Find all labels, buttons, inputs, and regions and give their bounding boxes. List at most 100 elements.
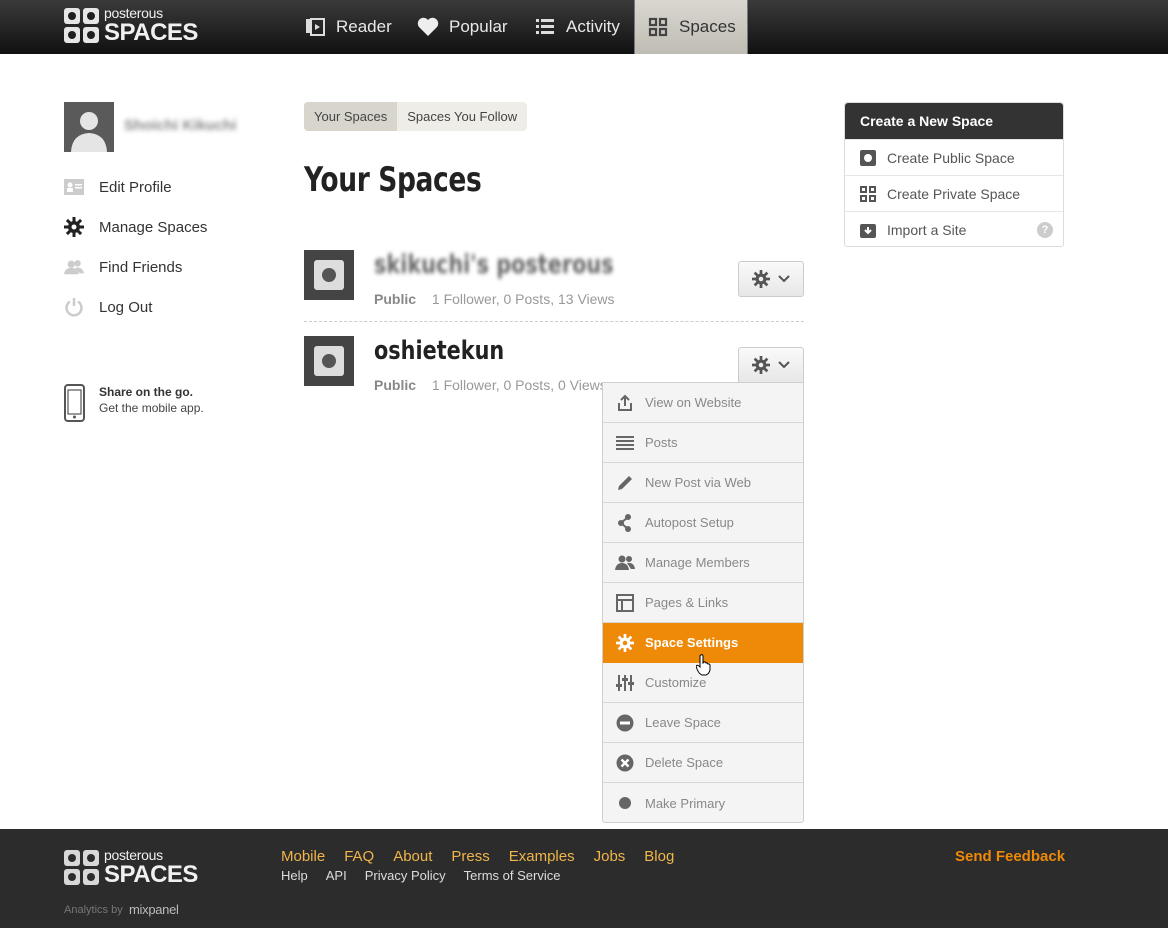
- footer-links-secondary: Help API Privacy Policy Terms of Service: [281, 868, 560, 883]
- reader-icon: [304, 16, 326, 38]
- menu-item-pages-and-links[interactable]: Pages & Links: [603, 583, 803, 623]
- space-divider: [304, 321, 804, 322]
- menu-item-label: Make Primary: [645, 795, 726, 811]
- lines-icon: [615, 433, 635, 453]
- space-visibility: Public: [374, 291, 417, 307]
- footer-logo[interactable]: posterous SPACES: [64, 848, 198, 887]
- footer-link-help[interactable]: Help: [281, 868, 308, 883]
- logo-mark-icon: [64, 8, 99, 43]
- space-views: 13 Views: [557, 291, 615, 307]
- space-followers: 1 Follower,: [431, 377, 500, 393]
- analytics-by-label: Analytics by: [64, 904, 123, 916]
- page-title: Your Spaces: [304, 160, 482, 200]
- friends-icon: [64, 257, 84, 277]
- menu-item-leave-space[interactable]: Leave Space: [603, 703, 803, 743]
- top-bar: posterous SPACES Reader Popular Activity…: [0, 0, 1168, 54]
- gear-icon: [64, 217, 84, 237]
- footer-link-blog[interactable]: Blog: [644, 848, 674, 865]
- footer-link-faq[interactable]: FAQ: [344, 848, 374, 865]
- sidebar-item-find-friends[interactable]: Find Friends: [64, 257, 182, 277]
- menu-item-make-primary[interactable]: Make Primary: [603, 783, 803, 823]
- sidebar-item-label: Find Friends: [99, 258, 183, 276]
- space-posts: 0 Posts,: [503, 291, 555, 307]
- space-options-button[interactable]: [738, 261, 804, 297]
- minus-circle-icon: [615, 713, 635, 733]
- posterous-spaces-logo[interactable]: posterous SPACES: [64, 6, 198, 45]
- import-icon: [859, 221, 877, 239]
- x-circle-icon: [615, 753, 635, 773]
- power-icon: [64, 297, 84, 317]
- create-private-space-link[interactable]: Create Private Space: [845, 175, 1063, 211]
- sidebar-item-edit-profile[interactable]: Edit Profile: [64, 177, 172, 197]
- chevron-down-icon: [778, 361, 790, 369]
- help-icon[interactable]: ?: [1037, 221, 1053, 238]
- mobile-promo-subtitle: Get the mobile app.: [99, 401, 204, 415]
- mobile-promo-title: Share on the go.: [99, 385, 194, 399]
- sidebar-item-log-out[interactable]: Log Out: [64, 297, 152, 317]
- logo-big-text: SPACES: [104, 861, 198, 888]
- footer-link-api[interactable]: API: [326, 868, 347, 883]
- sliders-icon: [615, 673, 635, 693]
- import-site-link[interactable]: Import a Site ?: [845, 211, 1063, 247]
- public-space-icon: [859, 149, 877, 167]
- space-thumbnail-icon: [314, 260, 344, 290]
- menu-item-new-post-via-web[interactable]: New Post via Web: [603, 463, 803, 503]
- logo-small-text: posterous: [104, 847, 163, 863]
- footer-link-terms-of-service[interactable]: Terms of Service: [464, 868, 561, 883]
- create-space-title: Create a New Space: [845, 103, 1063, 139]
- menu-item-manage-members[interactable]: Manage Members: [603, 543, 803, 583]
- hand-cursor-icon: [695, 654, 712, 681]
- avatar[interactable]: [64, 102, 114, 152]
- space-views: 0 Views: [557, 377, 607, 393]
- send-feedback-link[interactable]: Send Feedback: [955, 848, 1065, 865]
- create-private-space-label: Create Private Space: [887, 185, 1021, 202]
- menu-item-view-on-website[interactable]: View on Website: [603, 383, 803, 423]
- members-icon: [615, 553, 635, 573]
- mixpanel-logo[interactable]: mixpanel: [129, 902, 179, 917]
- menu-item-delete-space[interactable]: Delete Space: [603, 743, 803, 783]
- dot-icon: [615, 793, 635, 813]
- space-thumbnail[interactable]: [304, 250, 354, 300]
- menu-item-label: Leave Space: [645, 715, 721, 730]
- nav-activity-label: Activity: [566, 17, 620, 36]
- space-name[interactable]: oshietekun: [374, 336, 504, 366]
- logo-mark-icon: [64, 850, 99, 885]
- create-public-space-label: Create Public Space: [887, 149, 1015, 166]
- space-options-button[interactable]: [738, 347, 804, 383]
- space-thumbnail[interactable]: [304, 336, 354, 386]
- nav-reader[interactable]: Reader: [304, 0, 392, 54]
- tab-your-spaces[interactable]: Your Spaces: [304, 102, 398, 131]
- footer-link-examples[interactable]: Examples: [509, 848, 575, 865]
- footer-link-jobs[interactable]: Jobs: [594, 848, 626, 865]
- footer-link-privacy-policy[interactable]: Privacy Policy: [365, 868, 446, 883]
- logo-small-text: posterous: [104, 5, 163, 21]
- footer-link-about[interactable]: About: [393, 848, 432, 865]
- space-name[interactable]: skikuchi's posterous: [374, 250, 614, 280]
- footer-link-press[interactable]: Press: [451, 848, 489, 865]
- space-options-menu: View on Website Posts New Post via Web A…: [602, 382, 804, 823]
- pages-icon: [615, 593, 635, 613]
- footer-link-mobile[interactable]: Mobile: [281, 848, 325, 865]
- share-icon: [615, 393, 635, 413]
- user-silhouette-icon: [64, 102, 114, 152]
- menu-item-label: Manage Members: [645, 555, 750, 570]
- nav-activity[interactable]: Activity: [534, 0, 620, 54]
- sidebar-item-label: Log Out: [99, 298, 153, 316]
- create-public-space-link[interactable]: Create Public Space: [845, 139, 1063, 175]
- space-meta: Public 1 Follower, 0 Posts, 13 Views: [374, 291, 615, 307]
- space-visibility: Public: [374, 377, 417, 393]
- footer-links-primary: Mobile FAQ About Press Examples Jobs Blo…: [281, 848, 674, 865]
- user-name[interactable]: Shoichi Kikuchi: [124, 117, 237, 134]
- mobile-app-promo[interactable]: Share on the go. Get the mobile app.: [64, 384, 204, 422]
- footer: posterous SPACES Mobile FAQ About Press …: [0, 829, 1168, 928]
- grid-icon: [647, 16, 669, 38]
- sidebar-item-manage-spaces[interactable]: Manage Spaces: [64, 217, 207, 237]
- nav-popular[interactable]: Popular: [417, 0, 508, 54]
- tab-spaces-you-follow[interactable]: Spaces You Follow: [397, 102, 527, 131]
- menu-item-autopost-setup[interactable]: Autopost Setup: [603, 503, 803, 543]
- menu-item-posts[interactable]: Posts: [603, 423, 803, 463]
- nav-popular-label: Popular: [449, 17, 508, 36]
- nav-spaces-label: Spaces: [679, 17, 736, 36]
- nav-spaces[interactable]: Spaces: [634, 0, 748, 54]
- pencil-icon: [615, 473, 635, 493]
